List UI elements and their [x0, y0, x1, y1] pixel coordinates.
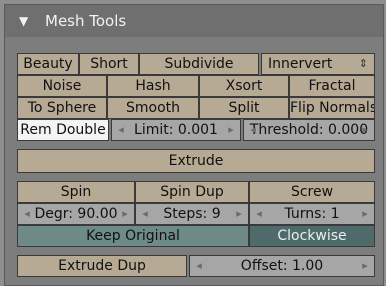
dropdown-value: Innervert	[268, 56, 333, 72]
left-arrow-icon[interactable]: ◂	[114, 120, 128, 140]
smooth-button[interactable]: Smooth	[107, 97, 199, 119]
turns-field[interactable]: ◂ Turns: 1 ▸	[249, 203, 375, 225]
noise-button[interactable]: Noise	[17, 75, 107, 97]
keep-original-toggle[interactable]: Keep Original	[17, 225, 249, 247]
offset-field[interactable]: ◂ Offset: 1.00 ▸	[189, 255, 375, 277]
triangle-down-icon[interactable]: ▼	[19, 5, 28, 37]
steps-value: Steps: 9	[163, 206, 221, 222]
left-arrow-icon[interactable]: ◂	[138, 204, 152, 224]
panel-header[interactable]: ▼ Mesh Tools	[5, 5, 383, 37]
right-arrow-icon[interactable]: ▸	[358, 204, 372, 224]
right-arrow-icon[interactable]: ▸	[358, 256, 372, 276]
right-arrow-icon[interactable]: ▸	[118, 204, 132, 224]
left-arrow-icon[interactable]: ◂	[252, 204, 266, 224]
offset-value: Offset: 1.00	[240, 258, 324, 274]
screw-button[interactable]: Screw	[249, 181, 375, 203]
updown-chevron-icon: ⇕	[358, 57, 368, 70]
left-arrow-icon[interactable]: ◂	[20, 204, 34, 224]
split-button[interactable]: Split	[199, 97, 289, 119]
degr-field[interactable]: ◂ Degr: 90.00 ▸	[17, 203, 135, 225]
innervert-dropdown[interactable]: Innervert ⇕	[261, 53, 375, 75]
limit-value: Limit: 0.001	[134, 122, 218, 138]
subdivide-button[interactable]: Subdivide	[139, 53, 259, 75]
right-arrow-icon[interactable]: ▸	[224, 120, 238, 140]
right-arrow-icon[interactable]: ▸	[232, 204, 246, 224]
extrude-dup-button[interactable]: Extrude Dup	[17, 255, 187, 277]
turns-value: Turns: 1	[284, 206, 340, 222]
rem-double-button[interactable]: Rem Double	[17, 119, 109, 141]
flip-normals-button[interactable]: Flip Normals	[289, 97, 375, 119]
steps-field[interactable]: ◂ Steps: 9 ▸	[135, 203, 249, 225]
panel-title: Mesh Tools	[45, 12, 127, 30]
degr-value: Degr: 90.00	[34, 206, 118, 222]
extrude-button[interactable]: Extrude	[17, 149, 375, 173]
xsort-button[interactable]: Xsort	[199, 75, 289, 97]
left-arrow-icon[interactable]: ◂	[192, 256, 206, 276]
beauty-button[interactable]: Beauty	[17, 53, 79, 75]
right-arrow-icon[interactable]: ▸	[358, 120, 372, 140]
spin-button[interactable]: Spin	[17, 181, 135, 203]
left-arrow-icon[interactable]: ◂	[246, 120, 260, 140]
spin-dup-button[interactable]: Spin Dup	[135, 181, 249, 203]
fractal-button[interactable]: Fractal	[289, 75, 375, 97]
clockwise-toggle[interactable]: Clockwise	[249, 225, 375, 247]
to-sphere-button[interactable]: To Sphere	[17, 97, 107, 119]
threshold-value: Threshold: 0.000	[249, 122, 369, 138]
hash-button[interactable]: Hash	[107, 75, 199, 97]
short-button[interactable]: Short	[79, 53, 139, 75]
limit-field[interactable]: ◂ Limit: 0.001 ▸	[111, 119, 241, 141]
threshold-field[interactable]: ◂ Threshold: 0.000 ▸	[243, 119, 375, 141]
mesh-tools-panel: ▼ Mesh Tools Beauty Short Subdivide Inne…	[4, 4, 384, 286]
